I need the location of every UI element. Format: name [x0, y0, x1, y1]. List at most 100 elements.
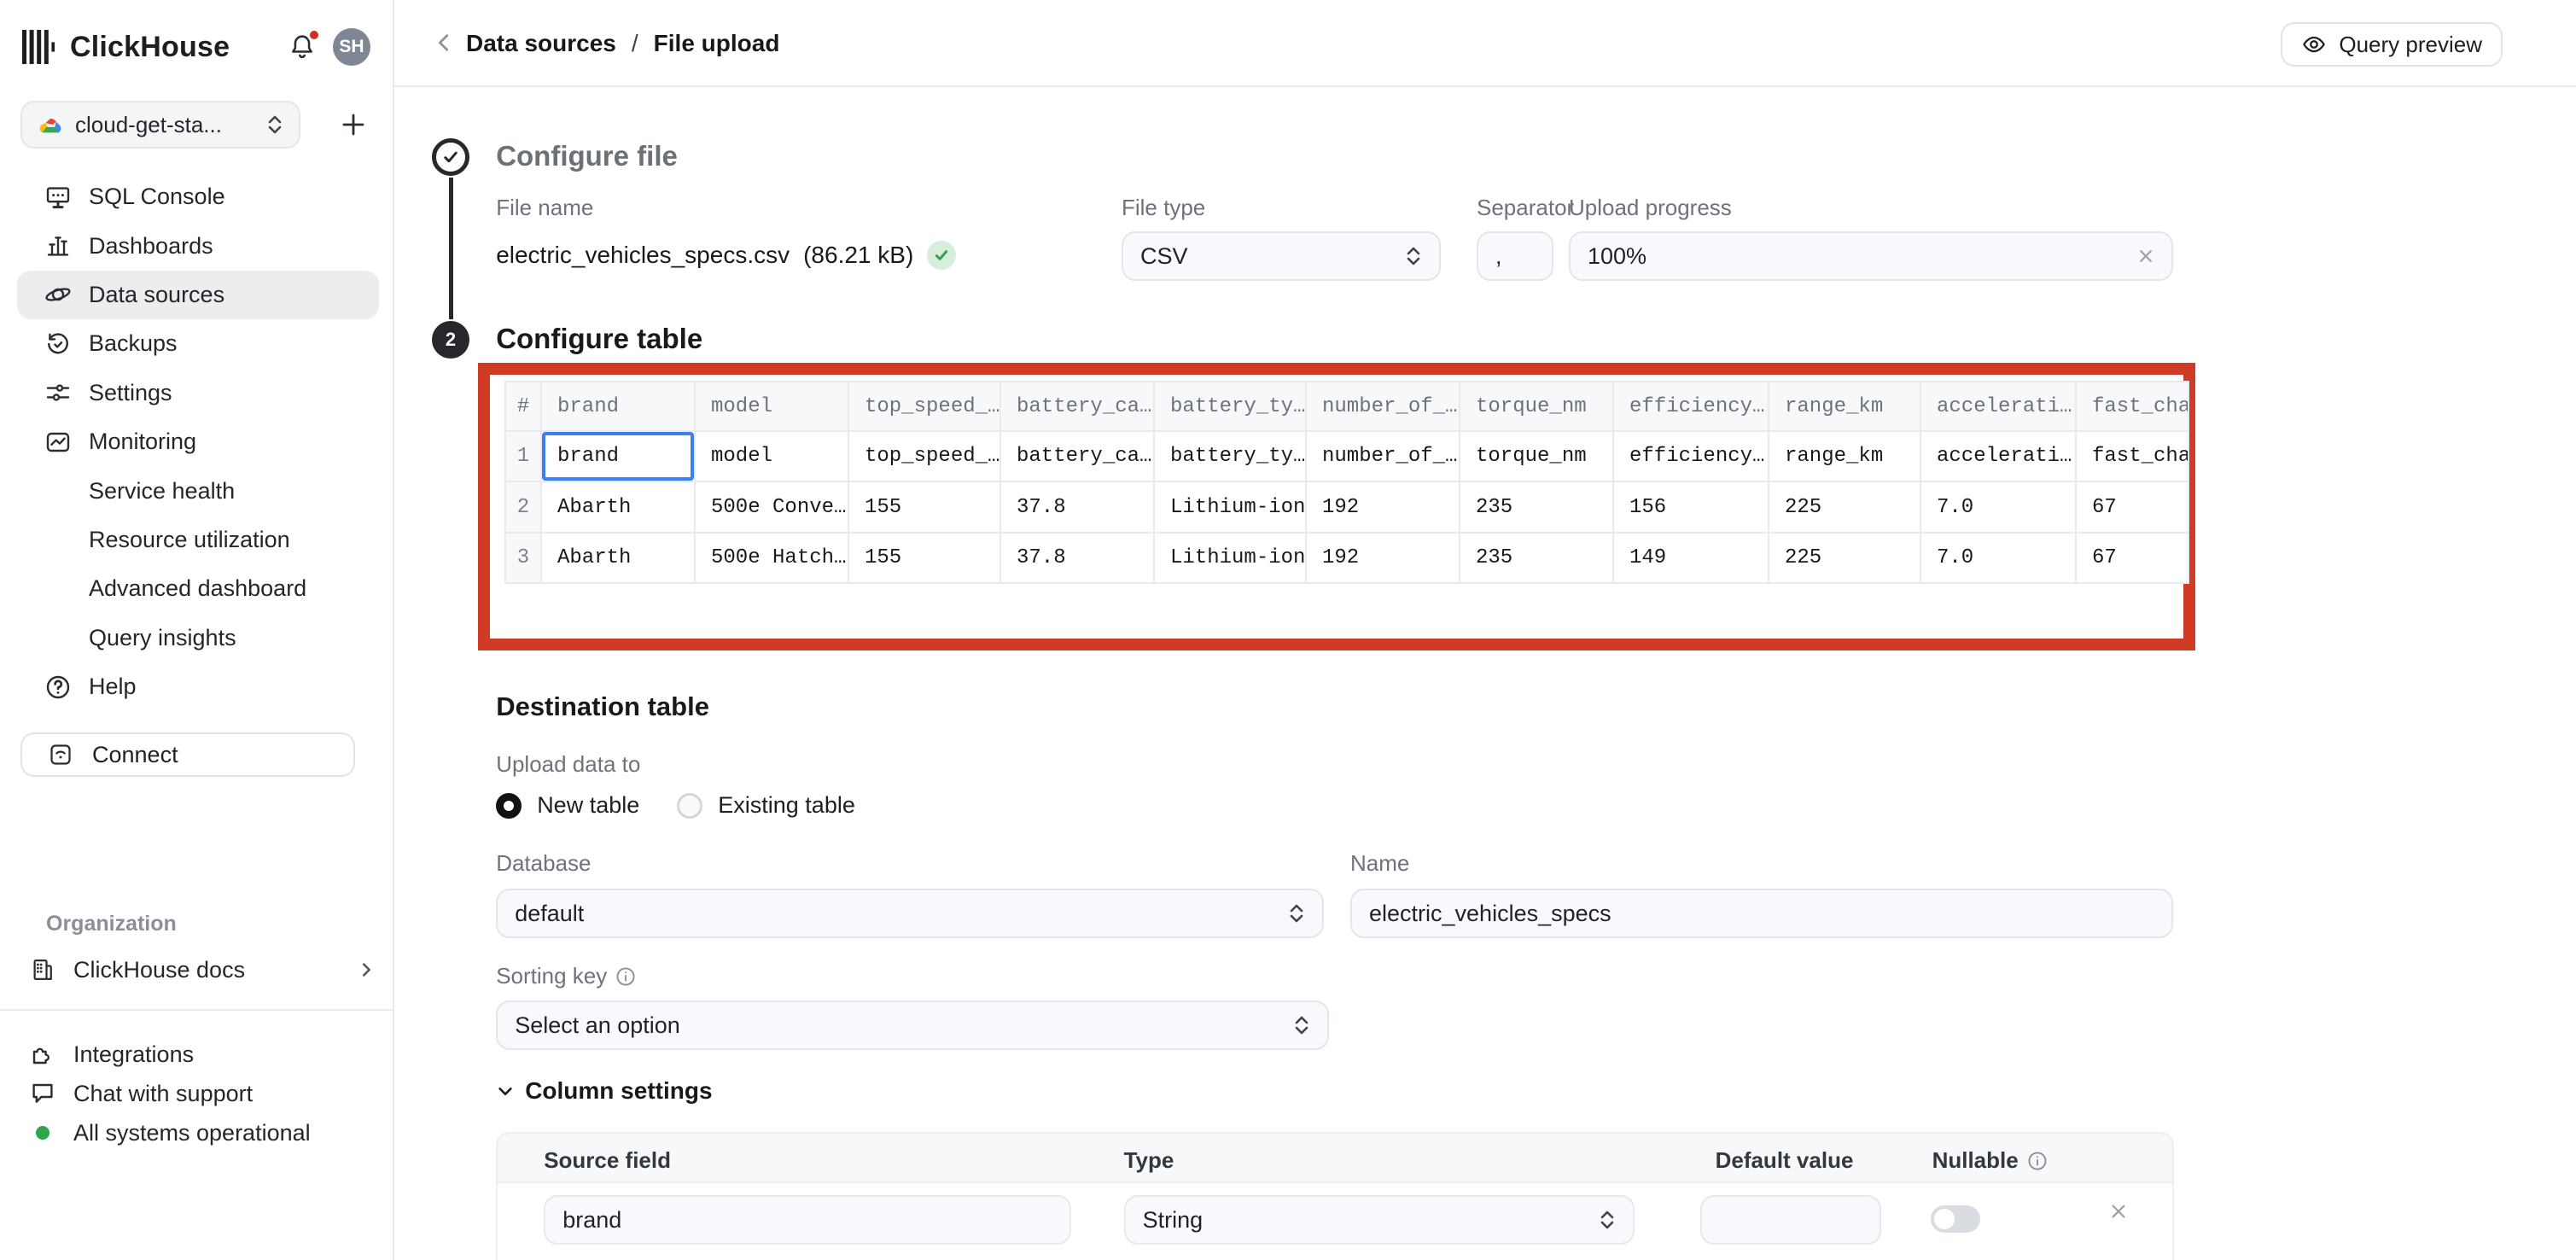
type-select[interactable]: String [1124, 1195, 1635, 1245]
preview-cell: 235 [1460, 533, 1613, 583]
sidebar-item-advanced-dashboard[interactable]: Advanced dashboard [17, 564, 379, 613]
avatar[interactable]: SH [333, 28, 370, 66]
chevron-updown-icon [1599, 1210, 1616, 1230]
preview-cell: 67 [2076, 533, 2188, 583]
data-sources-icon [44, 281, 72, 308]
notification-dot [307, 28, 321, 42]
preview-column-header: top_speed_… [848, 382, 1000, 431]
sidebar-item-help[interactable]: Help [17, 662, 379, 711]
preview-cell[interactable]: battery_ty… [1154, 431, 1306, 481]
sidebar-item-clickhouse-docs[interactable]: ClickHouse docs [27, 949, 376, 990]
step-1-indicator [432, 138, 469, 176]
sidebar-item-sql-console[interactable]: SQL Console [17, 172, 379, 221]
type-value: String [1143, 1207, 1588, 1234]
radio-existing-table-label[interactable]: Existing table [718, 792, 855, 819]
preview-cell: 192 [1306, 533, 1460, 583]
preview-cell[interactable]: fast_cha [2076, 431, 2188, 481]
sidebar-item-label: Monitoring [89, 429, 196, 455]
check-icon [441, 148, 460, 166]
preview-header-row: #brandmodeltop_speed_…battery_ca…battery… [505, 382, 2188, 431]
sorting-key-select[interactable]: Select an option [496, 1000, 1329, 1050]
sidebar-item-backups[interactable]: Backups [17, 319, 379, 368]
sidebar-item-data-sources[interactable]: Data sources [17, 271, 379, 319]
bell-icon[interactable] [285, 30, 319, 64]
connect-button[interactable]: Connect [20, 732, 355, 777]
nullable-header: Nullable [1932, 1147, 2048, 1174]
info-icon[interactable] [615, 966, 636, 987]
preview-cell: 7.0 [1920, 481, 2076, 532]
sidebar-item-monitoring[interactable]: Monitoring [17, 417, 379, 466]
nullable-toggle[interactable] [1931, 1205, 1980, 1233]
preview-column-header: accelerati… [1920, 382, 2076, 431]
sidebar-item-resource-utilization[interactable]: Resource utilization [17, 516, 379, 564]
sidebar-item-dashboards[interactable]: Dashboards [17, 221, 379, 270]
sidebar-item-service-health[interactable]: Service health [17, 466, 379, 515]
sidebar-item-label: Resource utilization [89, 527, 290, 553]
preview-cell[interactable]: torque_nm [1460, 431, 1613, 481]
file-type-label: File type [1122, 195, 1205, 221]
database-label: Database [496, 850, 591, 877]
back-button[interactable] [425, 24, 463, 61]
breadcrumb-data-sources[interactable]: Data sources [466, 30, 616, 57]
upload-target-radios: New table Existing table [496, 792, 855, 819]
backups-icon [44, 330, 72, 358]
eye-icon [2301, 32, 2327, 57]
connect-label: Connect [92, 742, 178, 768]
preview-cell[interactable]: efficiency… [1613, 431, 1769, 481]
remove-column-icon[interactable] [2109, 1202, 2128, 1221]
sidebar-item-label: SQL Console [89, 184, 225, 210]
column-settings-toggle[interactable]: Column settings [496, 1077, 712, 1105]
radio-new-table[interactable] [496, 793, 522, 819]
step-2-indicator: 2 [432, 321, 469, 359]
sidebar-item-integrations[interactable]: Integrations [27, 1035, 376, 1074]
preview-cell[interactable]: number_of_… [1306, 431, 1460, 481]
no-icon [44, 526, 72, 553]
upload-progress-label: Upload progress [1569, 195, 1732, 221]
sorting-key-label-row: Sorting key [496, 963, 636, 989]
preview-cell[interactable]: top_speed_… [848, 431, 1000, 481]
file-name-value: electric_vehicles_specs.csv [496, 242, 790, 269]
database-select[interactable]: default [496, 889, 1324, 938]
sidebar-item-label: Chat with support [73, 1081, 253, 1107]
sidebar-item-system-status[interactable]: All systems operational [27, 1113, 376, 1152]
table-name-input[interactable]: electric_vehicles_specs [1350, 889, 2173, 938]
sorting-key-value: Select an option [515, 1012, 1283, 1039]
preview-row-1: 1brandmodeltop_speed_…battery_ca…battery… [505, 431, 2188, 481]
info-icon[interactable] [2027, 1151, 2048, 1171]
preview-cell[interactable]: accelerati… [1920, 431, 2076, 481]
help-icon [44, 674, 72, 701]
clickhouse-logo[interactable]: ClickHouse [22, 30, 230, 64]
default-value-input[interactable] [1700, 1195, 1881, 1245]
source-field-input[interactable] [544, 1195, 1071, 1245]
file-size: (86.21 kB) [803, 242, 913, 269]
preview-cell[interactable]: model [695, 431, 848, 481]
chat-icon [29, 1080, 56, 1107]
query-preview-button[interactable]: Query preview [2281, 22, 2503, 67]
separator-label: Separator [1477, 195, 1574, 221]
type-header: Type [1124, 1147, 1174, 1174]
file-type-select[interactable]: CSV [1122, 231, 1441, 281]
radio-new-table-label[interactable]: New table [537, 792, 639, 819]
radio-existing-table[interactable] [677, 793, 702, 819]
data-preview-table: #brandmodeltop_speed_…battery_ca…battery… [504, 381, 2189, 584]
preview-cell[interactable]: battery_ca… [1000, 431, 1154, 481]
sidebar-item-settings[interactable]: Settings [17, 369, 379, 417]
add-service-button[interactable] [335, 106, 372, 143]
separator-value: , [1495, 243, 1502, 270]
service-switcher[interactable]: cloud-get-sta... [20, 101, 300, 149]
sidebar-item-query-insights[interactable]: Query insights [17, 614, 379, 662]
database-value: default [515, 901, 1278, 927]
preview-cell[interactable]: brand [541, 431, 695, 481]
sidebar-item-label: Integrations [73, 1041, 194, 1068]
row-number: 2 [505, 481, 541, 532]
app-title: ClickHouse [70, 31, 230, 64]
row-number: 1 [505, 431, 541, 481]
file-name-label: File name [496, 195, 593, 221]
separator-input[interactable]: , [1477, 231, 1553, 281]
clear-upload-icon[interactable] [2137, 248, 2154, 265]
preview-column-header: battery_ty… [1154, 382, 1306, 431]
preview-cell[interactable]: range_km [1769, 431, 1920, 481]
sidebar-item-chat-with-support[interactable]: Chat with support [27, 1074, 376, 1113]
column-settings-header: Source field Type Default value Nullable [496, 1132, 2174, 1183]
docs-label: ClickHouse docs [73, 957, 245, 983]
